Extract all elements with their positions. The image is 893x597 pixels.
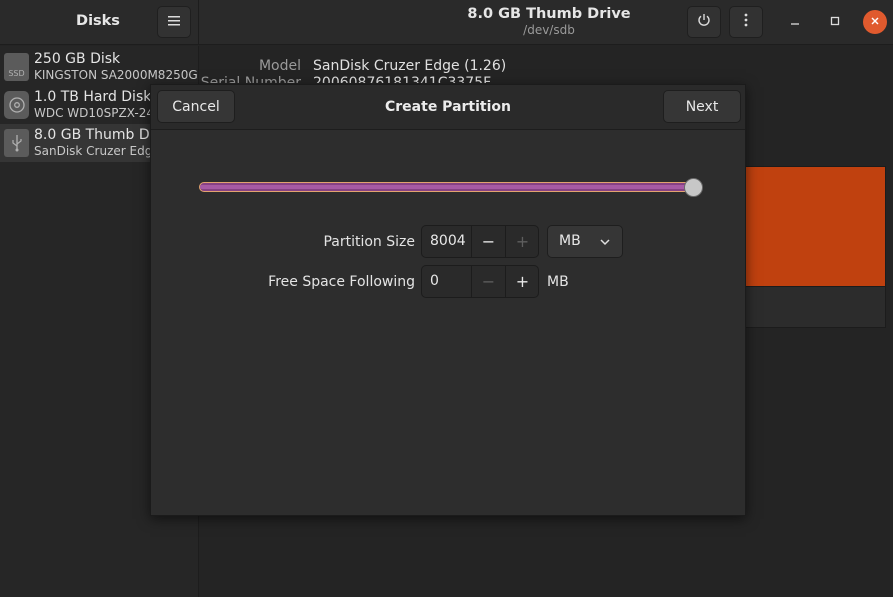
- hard-disk-icon: [4, 91, 29, 119]
- partition-size-spinner[interactable]: 8004 − +: [421, 225, 539, 258]
- model-label: Model: [258, 58, 301, 74]
- sidebar-header: Disks: [0, 0, 199, 45]
- power-off-button[interactable]: [687, 6, 721, 38]
- free-space-increase-button[interactable]: +: [505, 266, 539, 297]
- drive-title: 8.0 GB Thumb Drive: [467, 6, 631, 22]
- serial-label: Serial Number: [200, 75, 301, 83]
- serial-value: 20060876181341C3375F: [313, 75, 492, 83]
- slider-handle[interactable]: [684, 178, 703, 197]
- create-partition-dialog: Cancel Create Partition Next Partition S…: [150, 84, 746, 516]
- main-menu-button[interactable]: [157, 6, 191, 38]
- disk-model: KINGSTON SA2000M8250G: [34, 68, 198, 82]
- power-icon: [697, 13, 711, 31]
- dialog-header: Cancel Create Partition Next: [151, 85, 745, 130]
- volume-segment[interactable]: [746, 167, 885, 287]
- close-window-button[interactable]: [863, 10, 887, 34]
- minimize-button[interactable]: [783, 10, 807, 34]
- disk-model: SanDisk Cruzer Edge: [34, 144, 160, 158]
- partition-size-input[interactable]: 8004: [430, 233, 466, 249]
- minus-icon: −: [481, 272, 496, 291]
- free-space-decrease-button[interactable]: −: [471, 266, 505, 297]
- size-unit-dropdown[interactable]: MB: [547, 225, 623, 258]
- usb-drive-icon: [4, 129, 29, 157]
- sidebar-item-250gb-disk[interactable]: SSD 250 GB Disk KINGSTON SA2000M8250G: [0, 48, 198, 86]
- free-space-label: Free Space Following: [268, 274, 415, 290]
- minus-icon: −: [481, 232, 496, 251]
- maximize-button[interactable]: [823, 10, 847, 34]
- partition-size-increase-button[interactable]: +: [505, 226, 539, 257]
- disk-name: 250 GB Disk: [34, 51, 121, 67]
- free-space-input[interactable]: 0: [430, 273, 439, 289]
- plus-icon: +: [515, 272, 530, 291]
- dialog-title: Create Partition: [385, 99, 511, 115]
- drive-options-button[interactable]: [729, 6, 763, 38]
- size-unit-value: MB: [559, 233, 581, 249]
- partition-size-label: Partition Size: [323, 234, 415, 250]
- hamburger-icon: [168, 14, 180, 30]
- slider-fill: [200, 185, 695, 189]
- chevron-down-icon: [598, 235, 612, 249]
- drive-path: /dev/sdb: [523, 23, 575, 37]
- vertical-ellipsis-icon: [744, 13, 748, 31]
- minimize-icon: [790, 15, 800, 30]
- disk-name: 1.0 TB Hard Disk: [34, 89, 152, 105]
- free-space-unit: MB: [547, 274, 569, 290]
- ssd-icon: SSD: [4, 53, 29, 81]
- header-bar: Disks 8.0 GB Thumb Drive /dev/sdb: [0, 0, 893, 45]
- next-button[interactable]: Next: [663, 90, 741, 123]
- ssd-icon-label: SSD: [8, 69, 25, 78]
- volume-map[interactable]: [745, 166, 886, 328]
- maximize-icon: [830, 15, 840, 30]
- partition-size-slider[interactable]: [199, 182, 696, 192]
- close-icon: [870, 15, 880, 30]
- plus-icon: +: [515, 232, 530, 251]
- free-space-spinner[interactable]: 0 − +: [421, 265, 539, 298]
- partition-size-decrease-button[interactable]: −: [471, 226, 505, 257]
- model-value: SanDisk Cruzer Edge (1.26): [313, 58, 507, 74]
